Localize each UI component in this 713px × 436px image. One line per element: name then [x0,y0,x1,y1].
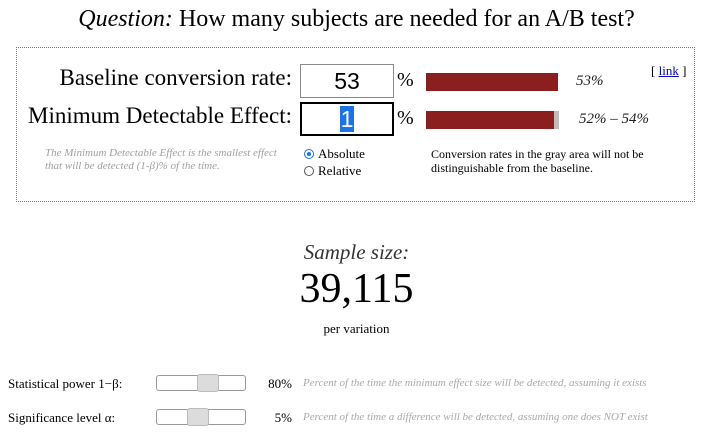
power-value: 80% [268,376,292,391]
sample-size-value: 39,115 [299,266,414,312]
gray-area-note: Conversion rates in the gray area will n… [431,147,644,175]
significance-description: Percent of the time a difference will be… [303,411,648,423]
significance-slider-thumb[interactable] [187,408,209,426]
power-slider-thumb[interactable] [197,374,219,392]
mde-input[interactable]: 1 [300,102,394,136]
baseline-bar [426,73,558,91]
question-heading: Question: How many subjects are needed f… [0,6,713,33]
power-slider[interactable] [156,374,246,392]
mde-range-label: 52% – 54% [579,111,649,127]
baseline-label: Baseline conversion rate: [59,65,292,90]
radio-absolute-label: Absolute [318,146,365,161]
significance-label: Significance level α: [8,410,116,425]
radio-relative-button[interactable] [304,166,314,176]
baseline-unit: % [397,69,414,91]
power-description: Percent of the time the minimum effect s… [303,377,647,389]
power-label: Statistical power 1−β: [8,376,123,391]
permalink-link[interactable]: link [659,63,679,78]
mde-bar [426,111,554,129]
radio-absolute[interactable]: Absolute [304,146,365,162]
mde-input-value: 1 [339,106,355,132]
mde-label: Minimum Detectable Effect: [28,103,292,128]
radio-relative[interactable]: Relative [304,163,361,179]
question-label: Question: [78,6,173,32]
baseline-bar-label: 53% [576,73,604,89]
radio-relative-label: Relative [318,163,362,178]
significance-value: 5% [274,410,292,425]
sample-size-label: Sample size: [303,240,410,264]
sample-size-sub: per variation [323,321,390,336]
mde-gray-band [554,111,559,129]
mde-unit: % [397,107,414,129]
significance-slider[interactable] [156,408,246,426]
mde-help-text: The Minimum Detectable Effect is the sma… [45,147,277,172]
question-text: How many subjects are needed for an A/B … [178,6,635,32]
radio-absolute-button[interactable] [304,149,314,159]
baseline-input[interactable]: 53 [300,64,394,98]
link-wrapper: [ link ] [651,63,687,78]
